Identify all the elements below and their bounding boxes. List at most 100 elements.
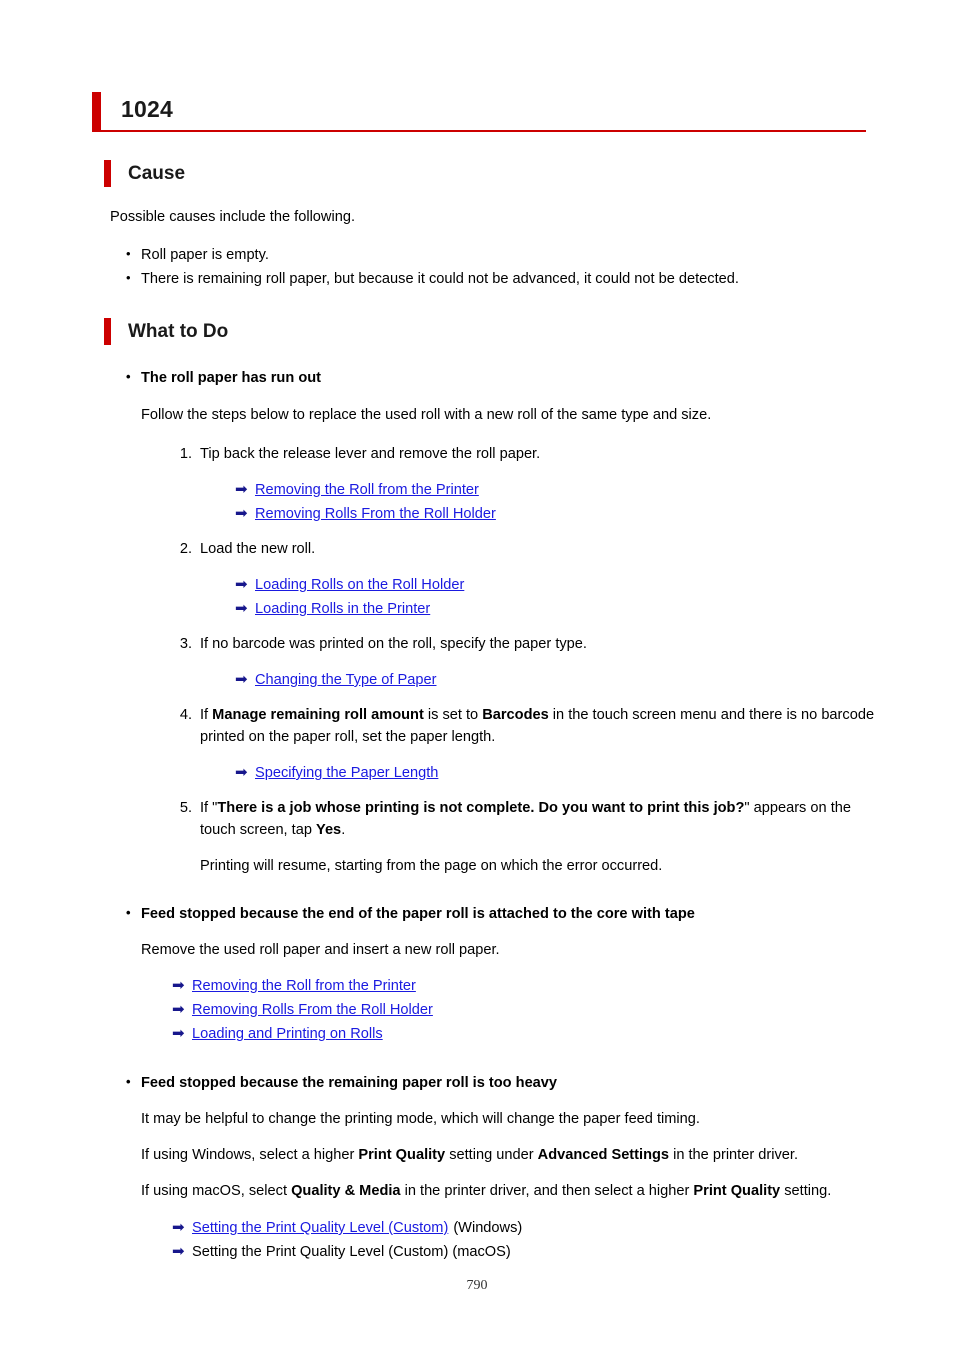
- step-item: 1. Tip back the release lever and remove…: [170, 443, 880, 465]
- list-item[interactable]: ➡ Loading Rolls on the Roll Holder: [235, 573, 880, 597]
- topic-1-steps: 1. Tip back the release lever and remove…: [170, 443, 880, 465]
- link-loading-rolls-on-the-roll-holder[interactable]: Loading Rolls on the Roll Holder: [255, 573, 464, 597]
- body-text: setting.: [780, 1183, 832, 1199]
- body-text: It may be helpful to change the printing…: [141, 1111, 700, 1127]
- emphasis-text: Print Quality: [358, 1147, 446, 1163]
- arrow-right-icon: ➡: [172, 977, 185, 994]
- arrow-right-icon: ➡: [235, 481, 248, 498]
- link-loading-rolls-in-the-printer[interactable]: Loading Rolls in the Printer: [255, 597, 430, 621]
- list-item[interactable]: ➡ Removing the Roll from the Printer: [172, 974, 880, 998]
- document-page: 1024 Cause Possible causes include the f…: [0, 0, 954, 1350]
- cause-bullet-list: Roll paper is empty. There is remaining …: [124, 243, 870, 290]
- body-text: is set to: [423, 707, 483, 723]
- what-to-do-heading-block: What to Do: [104, 318, 880, 345]
- body-text: in the printer driver.: [669, 1147, 799, 1163]
- arrow-right-icon: ➡: [172, 1243, 185, 1260]
- topic-1-steps: 2. Load the new roll.: [170, 538, 880, 560]
- body-text: If ": [200, 800, 218, 816]
- arrow-right-icon: ➡: [235, 764, 248, 781]
- step-3-links: ➡ Changing the Type of Paper: [235, 668, 880, 692]
- link-removing-rolls-from-the-roll-holder[interactable]: Removing Rolls From the Roll Holder: [255, 502, 496, 526]
- topic-1-steps: 5. If "There is a job whose printing is …: [170, 797, 880, 841]
- title-accent-bar: [92, 92, 101, 130]
- title-divider-rule: [92, 130, 866, 132]
- list-item[interactable]: ➡ Changing the Type of Paper: [235, 668, 880, 692]
- arrow-right-icon: ➡: [235, 671, 248, 688]
- page-title-block: 1024: [92, 92, 866, 130]
- step-number: 4.: [179, 707, 192, 723]
- step-item: 2. Load the new roll.: [170, 538, 880, 560]
- topic-title: Feed stopped because the end of the pape…: [124, 902, 880, 925]
- link-setting-the-print-quality-level-custom-windows[interactable]: Setting the Print Quality Level (Custom): [192, 1216, 448, 1240]
- link-suffix-windows: (Windows): [453, 1220, 523, 1236]
- step-number: 1.: [179, 446, 192, 462]
- emphasis-text: Advanced Settings: [537, 1147, 670, 1163]
- topic-1-block: The roll paper has run out: [124, 366, 880, 389]
- topic-3-paragraph-3: If using macOS, select Quality & Media i…: [141, 1181, 876, 1202]
- list-item[interactable]: ➡ Loading Rolls in the Printer: [235, 597, 880, 621]
- emphasis-text: Yes: [316, 822, 342, 838]
- cause-section: Cause Possible causes include the follow…: [104, 160, 870, 292]
- step-item: 3. If no barcode was printed on the roll…: [170, 633, 880, 655]
- topic-2-block: Feed stopped because the end of the pape…: [124, 902, 880, 925]
- step-text: Tip back the release lever and remove th…: [200, 446, 541, 462]
- arrow-right-icon: ➡: [235, 505, 248, 522]
- topic-2-intro: Remove the used roll paper and insert a …: [141, 942, 500, 958]
- arrow-right-icon: ➡: [172, 1219, 185, 1236]
- emphasis-text: Manage remaining roll amount: [212, 707, 424, 723]
- topic-3-block: Feed stopped because the remaining paper…: [124, 1071, 880, 1094]
- link-removing-the-roll-from-the-printer[interactable]: Removing the Roll from the Printer: [192, 974, 416, 998]
- topic-3-links: ➡ Setting the Print Quality Level (Custo…: [172, 1216, 880, 1264]
- step-text: If no barcode was printed on the roll, s…: [200, 636, 587, 652]
- link-removing-rolls-from-the-roll-holder[interactable]: Removing Rolls From the Roll Holder: [192, 998, 433, 1022]
- step-number: 5.: [179, 800, 192, 816]
- list-item[interactable]: ➡ Removing the Roll from the Printer: [235, 478, 880, 502]
- cause-intro-text: Possible causes include the following.: [110, 209, 355, 225]
- page-title: 1024: [121, 96, 173, 122]
- list-item[interactable]: ➡ Specifying the Paper Length: [235, 761, 880, 785]
- list-item: There is remaining roll paper, but becau…: [124, 267, 870, 290]
- emphasis-text: Barcodes: [482, 707, 549, 723]
- step-4-links: ➡ Specifying the Paper Length: [235, 761, 880, 785]
- body-text: If using macOS, select: [141, 1183, 292, 1199]
- topic-title: Feed stopped because the remaining paper…: [124, 1071, 880, 1094]
- what-to-do-heading: What to Do: [128, 321, 229, 342]
- arrow-right-icon: ➡: [235, 600, 248, 617]
- step-text: Load the new roll.: [200, 541, 316, 557]
- step-number: 3.: [179, 636, 192, 652]
- step-item: 5. If "There is a job whose printing is …: [170, 797, 880, 841]
- list-item: Roll paper is empty.: [124, 243, 870, 266]
- link-loading-and-printing-on-rolls[interactable]: Loading and Printing on Rolls: [192, 1022, 383, 1046]
- topic-2-links: ➡ Removing the Roll from the Printer ➡ R…: [172, 974, 880, 1046]
- emphasis-text: Print Quality: [693, 1183, 781, 1199]
- list-item[interactable]: ➡ Setting the Print Quality Level (Custo…: [172, 1216, 880, 1240]
- cause-heading-block: Cause: [104, 160, 870, 187]
- step-text: If "There is a job whose printing is not…: [200, 800, 851, 838]
- list-item[interactable]: ➡ Loading and Printing on Rolls: [172, 1022, 880, 1046]
- step-text: If Manage remaining roll amount is set t…: [200, 707, 874, 745]
- arrow-right-icon: ➡: [235, 576, 248, 593]
- body-text: setting under: [445, 1147, 538, 1163]
- page-number: 790: [466, 1278, 488, 1293]
- text-setting-the-print-quality-level-custom-macos: Setting the Print Quality Level (Custom)…: [192, 1244, 511, 1260]
- emphasis-text: Quality & Media: [291, 1183, 401, 1199]
- step-item: 4. If Manage remaining roll amount is se…: [170, 704, 880, 748]
- step-2-links: ➡ Loading Rolls on the Roll Holder ➡ Loa…: [235, 573, 880, 621]
- topic-1-intro: Follow the steps below to replace the us…: [141, 407, 712, 423]
- list-item[interactable]: ➡ Removing Rolls From the Roll Holder: [172, 998, 880, 1022]
- what-to-do-accent-bar: [104, 318, 111, 345]
- list-item: ➡ Setting the Print Quality Level (Custo…: [172, 1240, 880, 1264]
- topic-3-paragraph-1: It may be helpful to change the printing…: [141, 1109, 880, 1130]
- body-text: .: [341, 822, 346, 838]
- cause-heading: Cause: [128, 163, 186, 184]
- step-1-links: ➡ Removing the Roll from the Printer ➡ R…: [235, 478, 880, 526]
- arrow-right-icon: ➡: [172, 1001, 185, 1018]
- link-removing-the-roll-from-the-printer[interactable]: Removing the Roll from the Printer: [255, 478, 479, 502]
- link-specifying-the-paper-length[interactable]: Specifying the Paper Length: [255, 761, 438, 785]
- topic-title: The roll paper has run out: [124, 366, 880, 389]
- body-text: If using Windows, select a higher: [141, 1147, 359, 1163]
- cause-accent-bar: [104, 160, 111, 187]
- list-item[interactable]: ➡ Removing Rolls From the Roll Holder: [235, 502, 880, 526]
- topic-3-paragraph-2: If using Windows, select a higher Print …: [141, 1145, 880, 1166]
- link-changing-the-type-of-paper[interactable]: Changing the Type of Paper: [255, 668, 436, 692]
